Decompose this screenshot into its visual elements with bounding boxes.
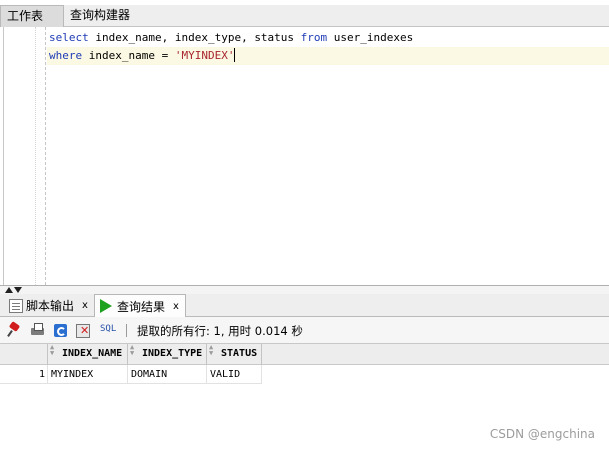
print-icon[interactable] (30, 323, 45, 338)
pin-icon[interactable] (7, 323, 22, 338)
close-icon[interactable]: x (173, 301, 179, 312)
column-header-index-type[interactable]: ▲ ▼ INDEX_TYPE (127, 344, 206, 365)
tab-label: 脚本输出 (26, 299, 75, 313)
tab-query-result[interactable]: 查询结果 x (94, 294, 186, 317)
worksheet-tab-bar: 工作表 查询构建器 (0, 5, 609, 27)
table-cell[interactable]: VALID (206, 365, 262, 384)
panel-splitter[interactable] (0, 285, 609, 294)
keyword-from: from (300, 31, 328, 44)
string-literal: 'MYINDEX' (174, 49, 235, 62)
table-cell[interactable]: DOMAIN (127, 365, 206, 384)
keyword-select: select (49, 31, 89, 44)
text-cursor (234, 48, 236, 62)
table-row[interactable]: 1 MYINDEX DOMAIN VALID (0, 365, 262, 384)
expand-up-icon[interactable] (5, 287, 13, 293)
grid-header: ▲ ▼ INDEX_NAME ▲ ▼ INDEX_TYPE ▲ ▼ STATUS (0, 344, 609, 365)
editor-gutter (4, 27, 46, 285)
script-output-icon (9, 298, 23, 313)
clear-results-icon[interactable] (76, 323, 91, 338)
row-number: 1 (38, 369, 45, 380)
watermark: CSDN @engchina (489, 427, 595, 441)
code-text: index_name = (82, 49, 175, 62)
sort-icon: ▲ ▼ (130, 344, 135, 357)
tab-query-builder[interactable]: 查询构建器 (64, 5, 136, 27)
sort-icon: ▲ ▼ (209, 344, 214, 357)
column-label: INDEX_NAME (62, 348, 123, 359)
column-header-status[interactable]: ▲ ▼ STATUS (206, 344, 262, 365)
refresh-icon[interactable] (53, 323, 68, 338)
sql-editor[interactable]: select index_name, index_type, status fr… (3, 27, 609, 285)
toolbar-separator (126, 324, 127, 337)
close-icon[interactable]: x (82, 300, 88, 311)
sql-button[interactable]: SQL (100, 324, 116, 334)
code-line-2[interactable]: where index_name = 'MYINDEX' (47, 47, 609, 65)
column-header-index-name[interactable]: ▲ ▼ INDEX_NAME (47, 344, 127, 365)
run-icon (100, 299, 112, 313)
tab-label: 查询结果 (117, 299, 166, 314)
code-text: index_name, index_type, status (88, 31, 301, 44)
tab-worksheet[interactable]: 工作表 (0, 5, 64, 27)
tab-script-output[interactable]: 脚本输出 x (4, 294, 94, 317)
table-cell[interactable]: MYINDEX (47, 365, 127, 384)
keyword-where: where (49, 49, 83, 62)
result-toolbar: SQL 提取的所有行: 1, 用时 0.014 秒 (0, 317, 609, 344)
column-label: INDEX_TYPE (142, 348, 203, 359)
sort-icon: ▲ ▼ (50, 344, 55, 357)
column-label: STATUS (221, 348, 258, 359)
code-line-1[interactable]: select index_name, index_type, status fr… (47, 29, 609, 47)
fetch-status-text: 提取的所有行: 1, 用时 0.014 秒 (137, 324, 303, 338)
collapse-down-icon[interactable] (14, 287, 22, 293)
output-tab-bar: 脚本输出 x 查询结果 x (0, 294, 609, 317)
code-text: user_indexes (327, 31, 414, 44)
